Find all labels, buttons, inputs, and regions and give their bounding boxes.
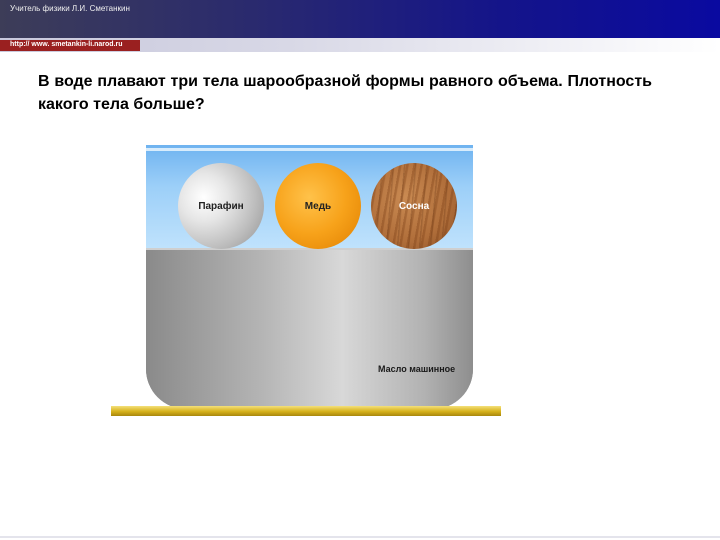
paraffin-ball: Парафин: [178, 163, 264, 249]
author-label: Учитель физики Л.И. Сметанкин: [10, 4, 130, 13]
copper-label: Медь: [304, 200, 332, 212]
copper-ball: Медь: [275, 163, 361, 249]
liquid-label: Масло машинное: [378, 364, 456, 374]
slide: Учитель физики Л.И. Сметанкин http:// ww…: [0, 0, 720, 540]
pine-label: Сосна: [398, 200, 430, 212]
paraffin-label: Парафин: [198, 200, 244, 212]
pine-ball: Сосна: [371, 163, 457, 249]
footer-divider: [0, 536, 720, 538]
table-surface: [111, 406, 501, 416]
header-band: Учитель физики Л.И. Сметанкин: [0, 0, 720, 38]
oil-layer: [146, 248, 473, 409]
water-surface: [146, 148, 473, 151]
question-text: В воде плавают три тела шарообразной фор…: [38, 73, 652, 113]
website-url[interactable]: http:// www. smetankin-li.narod.ru: [10, 41, 123, 48]
